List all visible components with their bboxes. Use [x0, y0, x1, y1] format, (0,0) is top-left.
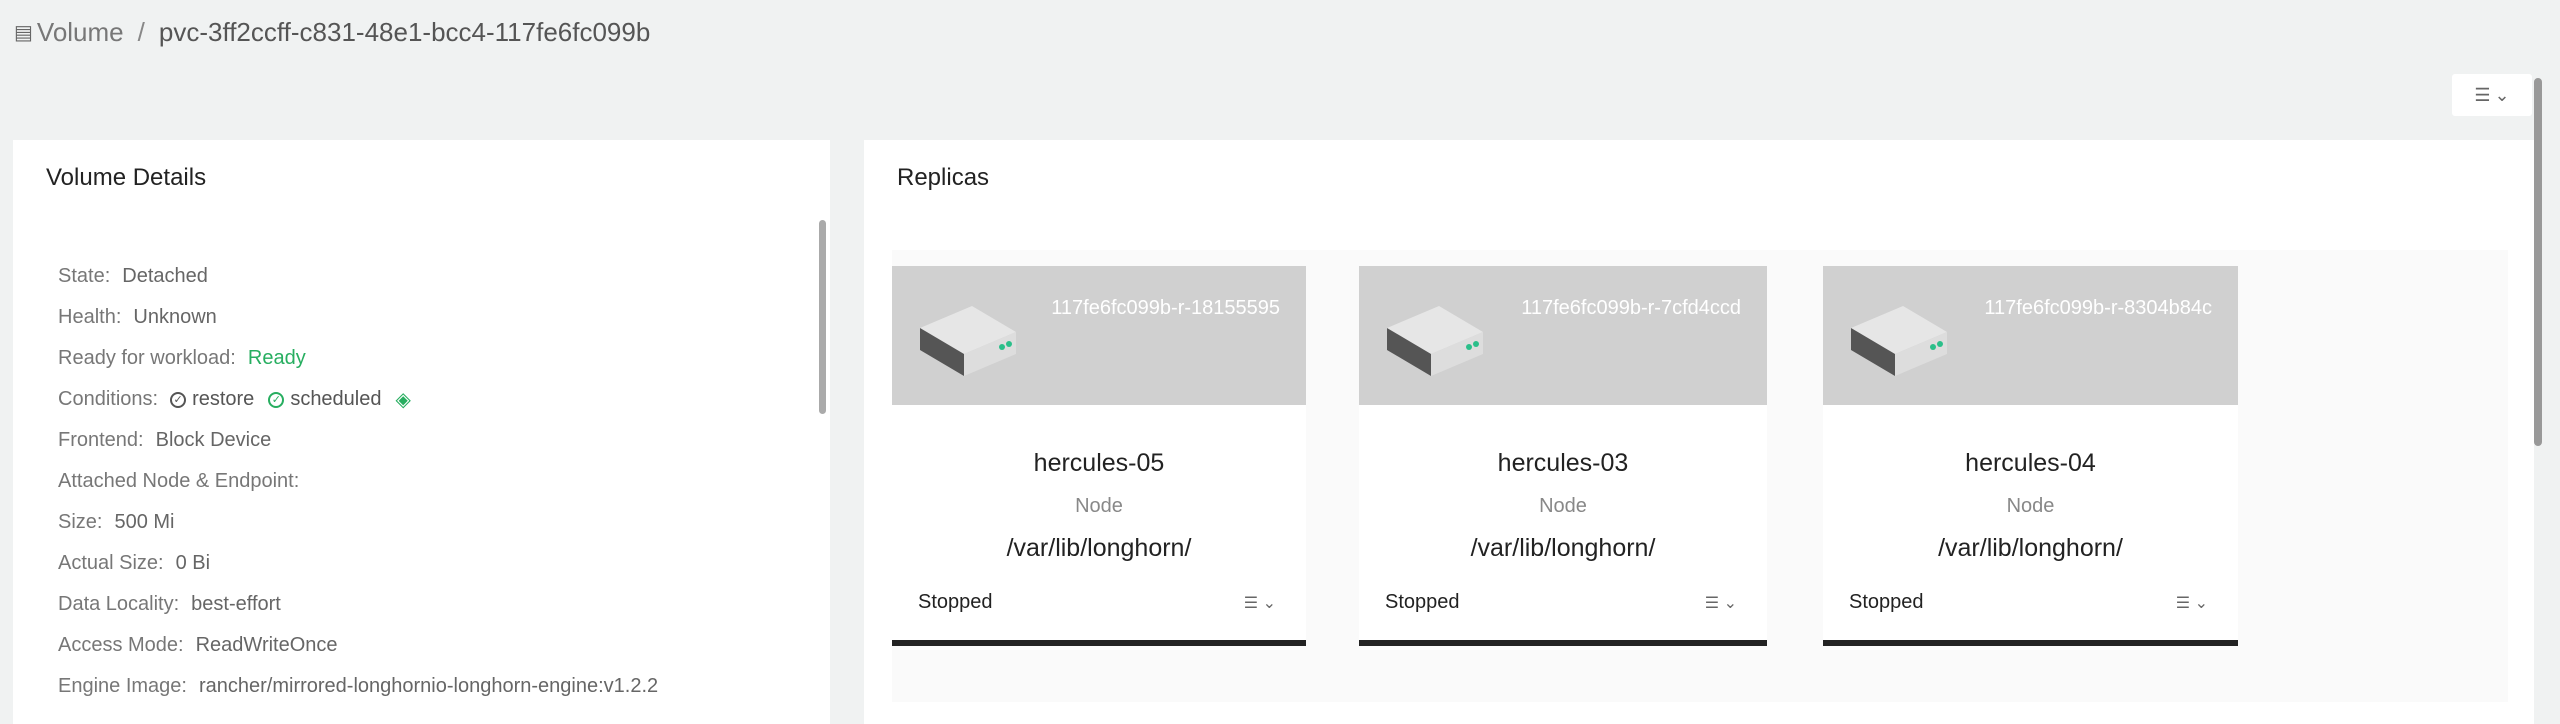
- replica-node-name: hercules-04: [1965, 449, 2096, 477]
- check-circle-icon: ✓: [268, 391, 285, 408]
- replica-menu-icon[interactable]: ☰ ⌄: [1244, 593, 1276, 613]
- replica-status: Stopped: [918, 591, 993, 613]
- replica-path: /var/lib/longhorn/: [1938, 534, 2123, 562]
- condition-restore: ✓ restore: [170, 388, 254, 411]
- volume-details-title: Volume Details: [46, 164, 207, 191]
- detail-attached-node: Attached Node & Endpoint:: [58, 470, 300, 492]
- check-circle-icon: ✓: [170, 391, 187, 408]
- volume-details-panel: Volume Details State: Detached Health: U…: [13, 140, 830, 724]
- volume-icon: ▤: [14, 21, 33, 44]
- list-icon: ☰: [2474, 84, 2491, 105]
- replica-path: /var/lib/longhorn/: [1006, 534, 1192, 562]
- condition-scheduled: ✓ scheduled: [268, 388, 382, 411]
- chevron-down-icon: ⌄: [2494, 84, 2510, 105]
- detail-ready: Ready for workload: Ready: [58, 347, 306, 369]
- disk-icon: [1387, 306, 1483, 376]
- replicas-title: Replicas: [897, 164, 990, 191]
- replica-node-label: Node: [1539, 495, 1587, 517]
- volume-actions-dropdown[interactable]: ☰ ⌄: [2452, 74, 2532, 116]
- page-scrollbar[interactable]: [2534, 78, 2542, 446]
- replica-id: 117fe6fc099b-r-7cfd4ccd: [1521, 297, 1741, 319]
- replica-node-label: Node: [2006, 495, 2055, 517]
- disk-icon: [1851, 306, 1947, 376]
- detail-conditions: Conditions: ✓ restore ✓ scheduled ◈: [58, 387, 411, 412]
- replica-status: Stopped: [1849, 591, 1924, 613]
- replica-status: Stopped: [1385, 591, 1460, 613]
- detail-actual-size: Actual Size: 0 Bi: [58, 552, 211, 574]
- breadcrumb-separator: /: [137, 16, 145, 47]
- replicas-panel: Replicas 117fe6fc099b-r-18155595 hercule…: [864, 140, 2534, 724]
- detail-data-locality: Data Locality: best-effort: [58, 593, 281, 615]
- replica-list: 117fe6fc099b-r-18155595 hercules-05 Node…: [892, 250, 2508, 702]
- replica-card: 117fe6fc099b-r-18155595 hercules-05 Node…: [892, 266, 1306, 646]
- breadcrumb: ▤ Volume / pvc-3ff2ccff-c831-48e1-bcc4-1…: [14, 12, 650, 52]
- replica-menu-icon[interactable]: ☰ ⌄: [1705, 593, 1737, 613]
- breadcrumb-current-volume: pvc-3ff2ccff-c831-48e1-bcc4-117fe6fc099b: [158, 16, 651, 47]
- replica-id: 117fe6fc099b-r-8304b84c: [1984, 297, 2212, 319]
- replica-node-name: hercules-05: [1033, 449, 1165, 477]
- detail-state: State: Detached: [58, 265, 208, 287]
- detail-size: Size: 500 Mi: [58, 511, 175, 533]
- replica-header: 117fe6fc099b-r-8304b84c: [1823, 266, 2238, 405]
- detail-frontend: Frontend: Block Device: [58, 429, 272, 451]
- layers-icon[interactable]: ◈: [396, 387, 411, 412]
- volume-details-list: State: Detached Health: Unknown Ready fo…: [58, 256, 658, 707]
- replica-menu-icon[interactable]: ☰ ⌄: [2176, 593, 2208, 613]
- replica-card: 117fe6fc099b-r-8304b84c hercules-04 Node…: [1823, 266, 2238, 646]
- replica-node-label: Node: [1075, 495, 1123, 517]
- replica-card: 117fe6fc099b-r-7cfd4ccd hercules-03 Node…: [1359, 266, 1767, 646]
- detail-health: Health: Unknown: [58, 306, 217, 328]
- replica-id: 117fe6fc099b-r-18155595: [1051, 297, 1280, 319]
- replica-path: /var/lib/longhorn/: [1470, 534, 1656, 562]
- replica-node-name: hercules-03: [1497, 449, 1629, 477]
- detail-access-mode: Access Mode: ReadWriteOnce: [58, 634, 338, 656]
- detail-engine-image: Engine Image: rancher/mirrored-longhorni…: [58, 675, 659, 697]
- breadcrumb-volume-link[interactable]: Volume: [37, 17, 124, 48]
- ready-status: Ready: [247, 347, 306, 369]
- replica-header: 117fe6fc099b-r-18155595: [892, 266, 1306, 405]
- disk-icon: [920, 306, 1016, 376]
- replica-header: 117fe6fc099b-r-7cfd4ccd: [1359, 266, 1767, 405]
- details-scrollbar[interactable]: [819, 220, 826, 414]
